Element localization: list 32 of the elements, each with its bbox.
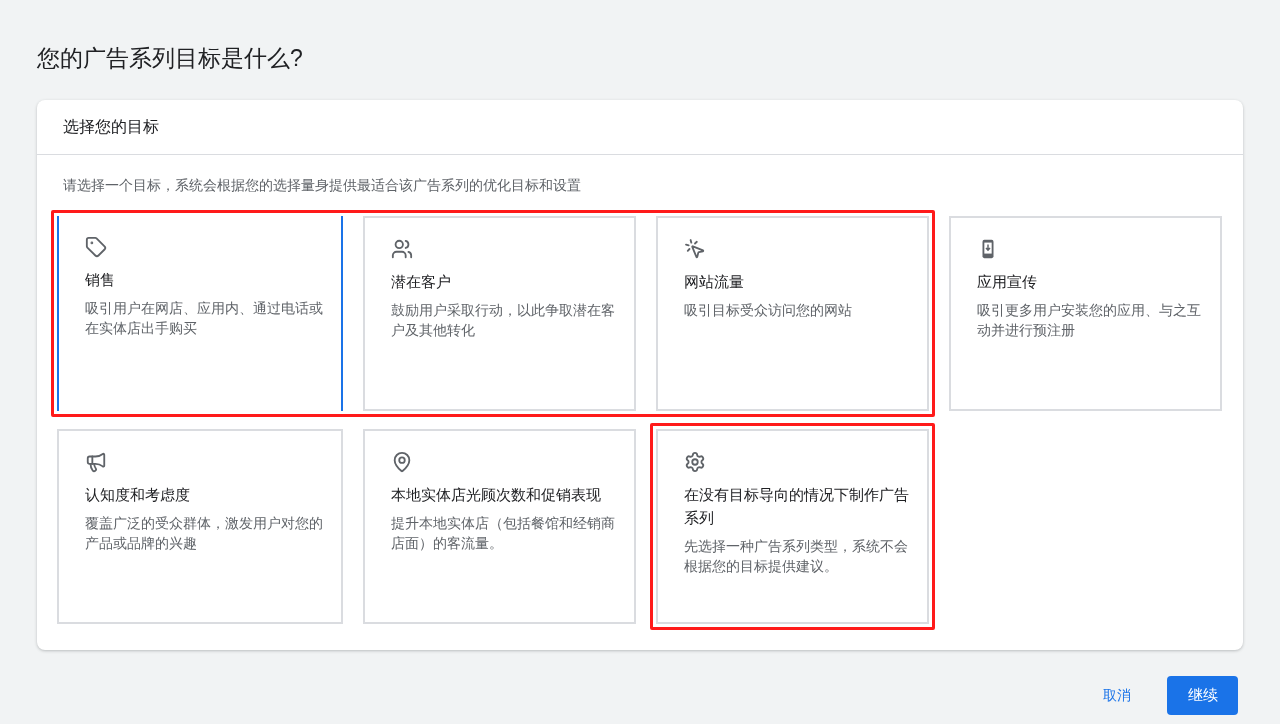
card-title: 在没有目标导向的情况下制作广告系列 [684,485,909,528]
card-title: 本地实体店光顾次数和促销表现 [391,485,602,505]
card-description: 鼓励用户采取行动，以此争取潜在客户及其他转化 [391,302,616,340]
goal-card[interactable]: 在没有目标导向的情况下制作广告系列 先选择一种广告系列类型，系统不会根据您的目标提供建议。 [656,429,929,624]
card-description: 覆盖广泛的受众群体，激发用户对您的产品或品牌的兴趣 [85,515,323,553]
goal-card[interactable]: 网站流量 吸引目标受众访问您的网站 [656,216,929,411]
continue-button[interactable]: 继续 [1167,676,1238,715]
card-description: 先选择一种广告系列类型，系统不会根据您的目标提供建议。 [684,538,909,576]
settings-icon [684,451,706,473]
card-description: 提升本地实体店（包括餐馆和经销商店面）的客流量。 [391,515,616,553]
panel-heading: 选择您的目标 [63,117,159,137]
card-title: 销售 [85,270,116,290]
megaphone-icon [85,451,107,473]
card-description: 吸引目标受众访问您的网站 [684,302,853,320]
card-title: 认知度和考虑度 [85,485,191,505]
card-title: 网站流量 [684,272,745,292]
map-pin-icon [391,451,413,473]
goal-card[interactable]: 认知度和考虑度 覆盖广泛的受众群体，激发用户对您的产品或品牌的兴趣 [57,429,343,624]
tag-icon [85,236,107,258]
card-description: 吸引更多用户安装您的应用、与之互动并进行预注册 [977,302,1202,340]
panel-description: 请选择一个目标，系统会根据您的选择量身提供最适合该广告系列的优化目标和设置 [63,177,581,193]
card-title: 应用宣传 [977,272,1038,292]
people-icon [391,238,413,260]
card-title: 潜在客户 [391,272,452,292]
card-description: 吸引用户在网店、应用内、通过电话或在实体店出手购买 [85,300,323,338]
goal-card[interactable]: 潜在客户 鼓励用户采取行动，以此争取潜在客户及其他转化 [363,216,636,411]
goal-card[interactable]: 销售 吸引用户在网店、应用内、通过电话或在实体店出手购买 [57,216,343,411]
goal-card[interactable]: 应用宣传 吸引更多用户安装您的应用、与之互动并进行预注册 [949,216,1222,411]
goal-card[interactable]: 本地实体店光顾次数和促销表现 提升本地实体店（包括餐馆和经销商店面）的客流量。 [363,429,636,624]
page-title: 您的广告系列目标是什么? [37,44,304,73]
cursor-click-icon [684,238,706,260]
cancel-button[interactable]: 取消 [1095,677,1139,714]
